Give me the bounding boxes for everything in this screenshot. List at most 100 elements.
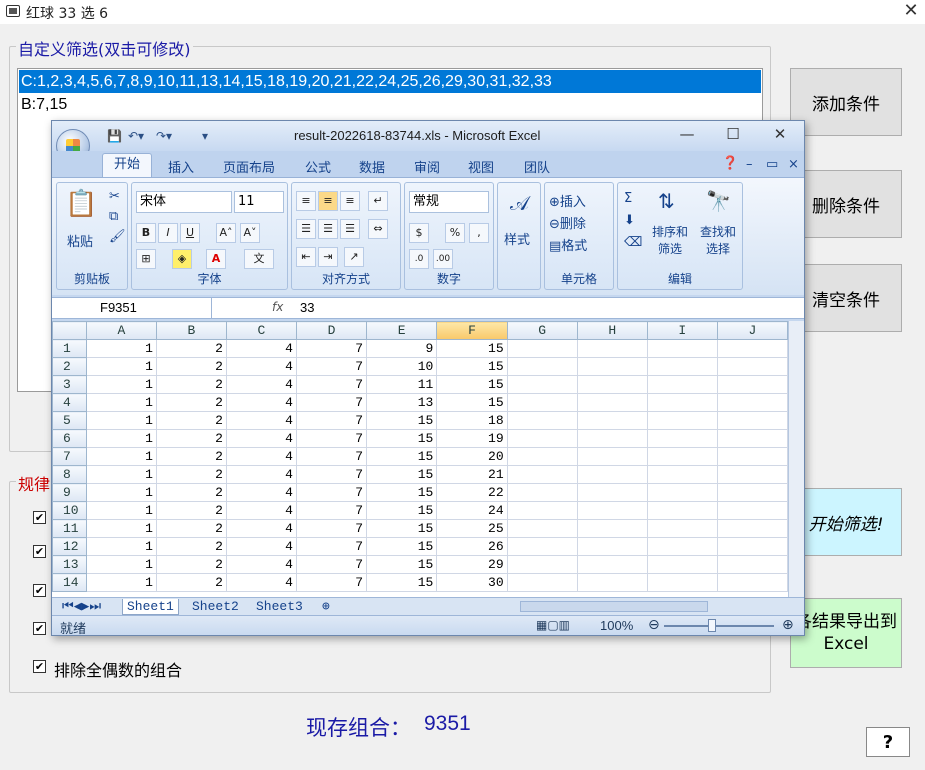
cell[interactable] [576,501,648,520]
row-header[interactable]: 6 [52,429,87,448]
shrink-font-button[interactable]: A˅ [240,223,260,243]
spreadsheet-grid[interactable]: ABCDEFGHIJ 1 1 2 4 7 9 15 2 1 2 4 7 10 15 3 1 2 4 7 11 15 4 1 2… [52,321,788,597]
cell[interactable]: 2 [155,429,227,448]
cell[interactable]: 2 [155,357,227,376]
cell[interactable]: 4 [225,393,297,412]
fill-color-icon[interactable]: ◈ [172,249,192,269]
cell[interactable]: 15 [366,501,438,520]
underline-button[interactable]: U [180,223,200,243]
cell[interactable] [716,393,788,412]
cell[interactable]: 1 [85,375,157,394]
cell[interactable]: 4 [225,537,297,556]
row-header[interactable]: 9 [52,483,87,502]
cell[interactable]: 7 [295,519,368,538]
column-header[interactable]: E [366,321,438,340]
cell[interactable]: 1 [85,429,157,448]
align-left-icon[interactable]: ☰ [296,219,316,239]
cell[interactable] [576,483,648,502]
cell[interactable] [646,375,718,394]
tab-view[interactable]: 视图 [468,157,494,176]
cell[interactable]: 15 [366,573,438,592]
ribbon-minimize-icon[interactable]: – [746,157,753,172]
align-bottom-icon[interactable]: ≡ [340,191,360,211]
cell[interactable] [646,555,718,574]
rule-checkbox[interactable]: ✔ [33,584,46,597]
excel-window[interactable]: 💾 ↶▾ ↷▾ ▾ result-2022618-83744.xls - Mic… [51,120,805,637]
zoom-slider-thumb[interactable] [708,619,716,632]
wrap-text-icon[interactable]: ↵ [368,191,388,211]
zoom-level[interactable]: 100% [600,618,633,633]
minimize-button[interactable]: — [672,125,702,143]
phonetic-icon[interactable]: 文 [244,249,274,269]
cell[interactable]: 7 [295,375,368,394]
cell[interactable] [716,447,788,466]
autosum-icon[interactable]: Σ [624,191,632,206]
accounting-format-icon[interactable]: $ [409,223,429,243]
row-header[interactable]: 7 [52,447,87,466]
italic-button[interactable]: I [158,223,178,243]
cell[interactable] [506,573,578,592]
sheet-nav-icons[interactable]: ⏮◀▶⏭ [58,599,105,614]
vertical-scrollbar[interactable] [788,321,804,597]
cell[interactable]: 7 [295,357,368,376]
number-format-box[interactable]: 常规 [409,191,489,213]
export-excel-button[interactable]: 各结果导出到 Excel [790,598,902,668]
cell[interactable]: 1 [85,393,157,412]
cell[interactable]: 18 [436,411,508,430]
condition-item[interactable]: C:1,2,3,4,5,6,7,8,9,10,11,13,14,15,18,19… [19,70,761,93]
cell[interactable]: 20 [436,447,508,466]
cell[interactable] [506,483,578,502]
cell[interactable]: 15 [366,537,438,556]
clear-icon[interactable]: ⌫ [624,235,642,250]
column-header[interactable]: J [716,321,788,340]
cell[interactable]: 1 [85,483,157,502]
cell[interactable] [576,429,648,448]
tab-page-layout[interactable]: 页面布局 [223,157,275,176]
align-middle-icon[interactable]: ≡ [318,191,338,211]
column-header[interactable]: C [225,321,297,340]
row-header[interactable]: 10 [52,501,87,520]
cell[interactable] [506,447,578,466]
cell[interactable] [506,465,578,484]
styles-icon[interactable]: 𝒜 [510,191,529,215]
tab-review[interactable]: 审阅 [414,157,440,176]
cell[interactable] [506,357,578,376]
cell[interactable]: 2 [155,375,227,394]
insert-sheet-icon[interactable]: ⊕ [318,599,334,614]
cell[interactable]: 1 [85,465,157,484]
cell[interactable] [576,357,648,376]
font-color-icon[interactable]: A [206,249,226,269]
clear-conditions-button[interactable]: 清空条件 [790,264,902,332]
redo-icon[interactable]: ↷▾ [156,129,172,143]
fill-icon[interactable]: ⬇ [624,213,635,228]
row-header[interactable]: 12 [52,537,87,556]
cell[interactable] [506,555,578,574]
font-size-box[interactable]: 11 [234,191,284,213]
cell[interactable]: 15 [366,465,438,484]
cell[interactable] [646,339,718,358]
cell[interactable]: 15 [366,555,438,574]
ribbon-close-icon[interactable]: × [788,157,799,172]
cell[interactable] [716,501,788,520]
cell[interactable]: 4 [225,501,297,520]
cell[interactable]: 15 [366,519,438,538]
cell[interactable] [576,447,648,466]
cell[interactable]: 2 [155,465,227,484]
customize-qat-icon[interactable]: ▾ [202,129,208,143]
cell[interactable]: 7 [295,411,368,430]
undo-icon[interactable]: ↶▾ [128,129,144,143]
select-all-corner[interactable] [52,321,87,340]
format-cells-button[interactable]: ▤格式 [549,235,587,254]
cell[interactable]: 7 [295,393,368,412]
cell[interactable]: 4 [225,411,297,430]
cell[interactable]: 9 [366,339,438,358]
cell[interactable]: 7 [295,555,368,574]
cell[interactable]: 15 [436,357,508,376]
cell[interactable] [646,537,718,556]
cell[interactable] [506,375,578,394]
cell[interactable]: 1 [85,573,157,592]
cell[interactable] [716,357,788,376]
cell[interactable]: 4 [225,357,297,376]
cell[interactable] [576,555,648,574]
cell[interactable]: 1 [85,357,157,376]
